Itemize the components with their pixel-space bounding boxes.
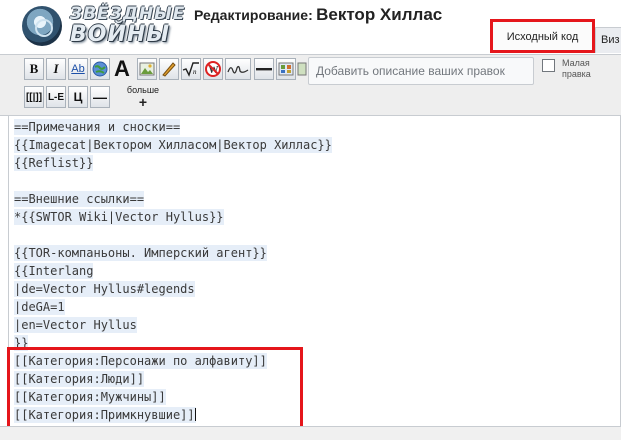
italic-button[interactable]: I [46, 58, 66, 80]
minor-edit-checkbox[interactable] [542, 59, 555, 72]
editor-line: [[Категория:Люди]] [14, 371, 145, 387]
gallery-button[interactable] [276, 58, 296, 80]
editor-line: *{{SWTOR Wiki|Vector Hyllus}} [14, 209, 224, 225]
image-button[interactable] [137, 58, 157, 80]
sqrt-icon: n [182, 62, 199, 77]
nowiki-button[interactable]: W [203, 58, 223, 80]
link-button[interactable]: Ab [68, 58, 88, 80]
page-title: Редактирование: Вектор Хиллас [194, 5, 442, 25]
globe-icon [92, 61, 108, 77]
bold-button[interactable]: B [24, 58, 44, 80]
cyrillic-button[interactable]: Ц [68, 86, 88, 108]
svg-text:n: n [193, 68, 197, 76]
more-button[interactable]: больше + [123, 85, 163, 109]
page-title-name: Вектор Хиллас [316, 5, 443, 24]
minor-edit-label: Малая правка [562, 58, 591, 79]
editor-line: |en=Vector Hyllus [14, 317, 137, 333]
editor-line: [[Категория:Мужчины]] [14, 389, 166, 405]
dash-glyph: — [93, 89, 107, 105]
media-button[interactable] [159, 58, 179, 80]
signature-button[interactable] [225, 58, 251, 80]
emblem-icon [22, 6, 62, 46]
tab-visual-editor[interactable]: Виз [595, 27, 621, 53]
edit-summary-input[interactable] [309, 58, 533, 84]
editor-line: ==Примечания и сноски== [14, 119, 181, 135]
editor-line: |de=Vector Hyllus#legends [14, 281, 195, 297]
line-text: [[Категория:Примкнувшие]] [14, 408, 195, 422]
editor-line: ==Внешние ссылки== [14, 191, 145, 207]
logo-text-top: ЗВЁЗДНЫЕ [70, 4, 186, 24]
plus-icon: + [138, 94, 148, 110]
dash-button[interactable]: — [90, 86, 110, 108]
latin-glyph: L-E [47, 91, 65, 103]
horizontal-line-icon [256, 68, 272, 71]
editor-line: }} [14, 335, 29, 351]
tab-source-code[interactable]: Исходный код [490, 19, 595, 53]
pen-icon [162, 62, 176, 77]
edit-summary-field[interactable] [308, 57, 534, 85]
template-icon [297, 62, 307, 76]
wikilink-button[interactable]: [[|]] [24, 86, 44, 108]
gallery-icon [278, 62, 294, 76]
no-wiki-icon: W [205, 61, 221, 77]
wikilink-glyph: [[|]] [25, 91, 43, 103]
bold-glyph: B [29, 61, 39, 76]
wikitext-editor[interactable]: ==Примечания и сноски== {{Imagecat|Векто… [8, 116, 621, 426]
cyrillic-glyph: Ц [73, 90, 83, 104]
tab-source-code-label: Исходный код [506, 31, 579, 43]
text-caret [194, 408, 196, 421]
editor-toolbar: B I Ab A n W [[|]] L-E Ц — Малая правка … [0, 54, 621, 116]
latin-button[interactable]: L-E [46, 86, 66, 108]
editor-line: [[Категория:Персонажи по алфавиту]] [14, 353, 267, 369]
editor-line-last: [[Категория:Примкнувшие]] [14, 407, 196, 423]
link-glyph: Ab [71, 63, 85, 75]
italic-glyph: I [53, 61, 59, 76]
page-title-prefix: Редактирование: [194, 7, 313, 23]
tab-visual-editor-label: Виз [601, 34, 620, 46]
editor-line: |deGA=1 [14, 299, 65, 315]
horizontal-line-button[interactable] [254, 58, 274, 80]
headline-button[interactable]: A [111, 56, 133, 81]
headline-glyph: A [114, 56, 130, 81]
editor-bottom-bar [0, 426, 621, 440]
line-text: {{Imagecat|Вектором Хилласом|Вектор Хилл… [14, 138, 332, 152]
logo-text-bottom: ВОЙНЫ [70, 22, 171, 47]
image-icon [139, 62, 155, 76]
site-logo[interactable]: ЗВЁЗДНЫЕ ВОЙНЫ [8, 2, 184, 48]
header: ЗВЁЗДНЫЕ ВОЙНЫ Редактирование: Вектор Хи… [0, 0, 621, 54]
editor-line: {{Interlang [14, 263, 94, 279]
template-button[interactable] [296, 58, 308, 80]
signature-icon [227, 65, 249, 74]
globe-link-button[interactable] [90, 58, 110, 80]
editor-line: {{Imagecat|Вектором Хилласом|Вектор Хилл… [14, 137, 332, 153]
math-button[interactable]: n [181, 58, 201, 80]
editor-line: {{TOR-компаньоны. Имперский агент}} [14, 245, 267, 261]
editor-line: {{Reflist}} [14, 155, 94, 171]
